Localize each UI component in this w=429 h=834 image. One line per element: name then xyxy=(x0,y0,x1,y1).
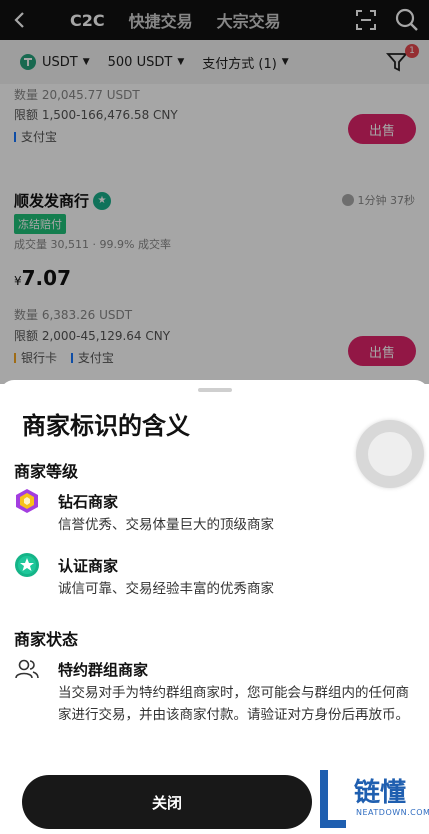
tab-block-trade[interactable]: 大宗交易 xyxy=(217,8,281,32)
top-header: C2C 快捷交易 大宗交易 xyxy=(0,0,429,40)
limit: 限额 2,000-45,129.64 CNY xyxy=(14,329,171,343)
sheet-title: 商家标识的含义 xyxy=(22,412,190,440)
certified-merchant-title: 认证商家 xyxy=(58,557,119,575)
payment-methods: 银行卡 支付宝 xyxy=(14,349,124,366)
clock-icon xyxy=(341,194,354,206)
alipay-indicator xyxy=(70,352,73,363)
group-users-icon xyxy=(15,659,39,679)
certified-merchant-icon xyxy=(15,553,39,577)
merchant-name[interactable]: 顺发发商行 ★ xyxy=(14,190,112,211)
coin-selector[interactable]: USDT ▼ xyxy=(20,54,90,70)
sell-button[interactable]: 出售 xyxy=(348,336,416,366)
group-merchant-title: 特约群组商家 xyxy=(58,661,149,679)
release-time: 1分钟 37秒 xyxy=(341,192,415,208)
merchant-stats: 成交量 30,511 · 99.9% 成交率 xyxy=(14,238,171,251)
quantity: 数量 6,383.26 USDT xyxy=(14,308,133,322)
watermark-text: 链懂 xyxy=(354,778,407,808)
prev-quantity: 数量 20,045.77 USDT xyxy=(14,88,140,102)
certified-merchant-desc: 诚信可靠、交易经验丰富的优秀商家 xyxy=(58,581,274,597)
close-button[interactable]: 关闭 xyxy=(22,775,312,829)
alipay-indicator xyxy=(14,131,16,142)
prev-limit: 限额 1,500-166,476.58 CNY xyxy=(14,108,178,122)
guarantee-badge: 冻结赔付 xyxy=(14,214,66,234)
watermark: 链懂 NEATDOWN.COM xyxy=(318,764,429,834)
diamond-merchant-desc: 信誉优秀、交易体量巨大的顶级商家 xyxy=(58,517,274,533)
filter-count-badge: 1 xyxy=(405,44,419,58)
amount-selector[interactable]: 500 USDT ▼ xyxy=(108,55,185,70)
caret-down-icon: ▼ xyxy=(281,57,289,67)
back-button[interactable] xyxy=(0,0,40,40)
tab-c2c[interactable]: C2C xyxy=(70,11,105,30)
header-tools xyxy=(355,0,419,40)
caret-down-icon: ▼ xyxy=(177,57,185,67)
scan-icon[interactable] xyxy=(355,9,377,31)
search-icon[interactable] xyxy=(395,8,419,32)
payment-label: 支付方式 (1) xyxy=(202,56,277,72)
coin-label: USDT xyxy=(42,54,78,70)
certified-star-icon: ★ xyxy=(93,191,112,210)
group-merchant-desc: 当交易对手为特约群组商家时，您可能会与群组内的任何商家进行交易，并由该商家付款。… xyxy=(58,685,409,723)
header-tabs: C2C 快捷交易 大宗交易 xyxy=(70,8,281,32)
diamond-merchant-title: 钻石商家 xyxy=(58,493,119,511)
level-section-title: 商家等级 xyxy=(14,462,79,481)
sell-button-prev[interactable]: 出售 xyxy=(348,114,416,144)
usdt-coin-icon xyxy=(20,54,36,70)
price: ¥7.07 xyxy=(14,266,71,290)
caret-down-icon: ▼ xyxy=(82,57,90,67)
filter-bar: USDT ▼ 500 USDT ▼ 支付方式 (1) ▼ 1 xyxy=(0,40,429,84)
back-arrow-icon xyxy=(14,12,24,28)
diamond-merchant-icon xyxy=(16,489,38,513)
bank-card-indicator xyxy=(14,352,16,363)
status-section-title: 商家状态 xyxy=(14,630,79,649)
sheet-drag-handle[interactable] xyxy=(198,388,232,392)
payment-selector[interactable]: 支付方式 (1) ▼ xyxy=(202,53,288,72)
amount-label: 500 USDT xyxy=(107,54,173,70)
watermark-logo-icon xyxy=(320,770,346,828)
prev-payment: 支付宝 xyxy=(14,128,67,145)
tab-quick-trade[interactable]: 快捷交易 xyxy=(129,8,193,32)
listing-area: 数量 20,045.77 USDT 限额 1,500-166,476.58 CN… xyxy=(0,84,429,384)
floating-assistive-button[interactable] xyxy=(356,420,424,488)
watermark-sub: NEATDOWN.COM xyxy=(356,808,429,817)
